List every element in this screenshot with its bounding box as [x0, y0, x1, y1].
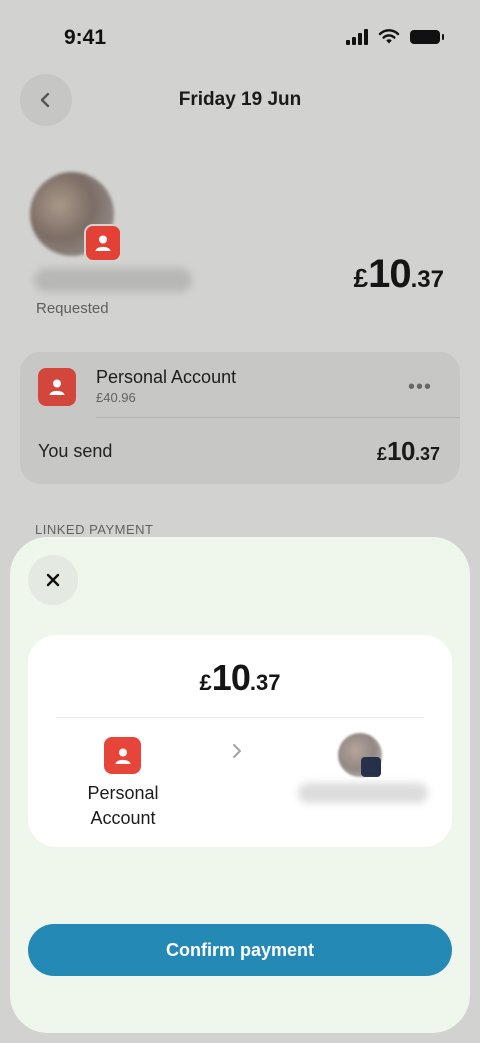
more-horizontal-icon[interactable]: ••• — [408, 376, 432, 399]
status-time: 9:41 — [64, 26, 107, 49]
chevron-right-icon — [233, 744, 241, 758]
payment-amount: £10.37 — [199, 657, 281, 698]
status-bar: 9:41 — [0, 0, 480, 78]
account-icon — [38, 368, 76, 406]
account-name: Personal Account — [96, 367, 237, 387]
wifi-icon — [378, 29, 400, 44]
payment-summary-card: £10.37 Personal Account — [28, 635, 452, 847]
linked-payment-label: LINKED PAYMENT — [35, 522, 154, 537]
account-balance: £40.96 — [96, 390, 136, 405]
close-icon — [46, 573, 60, 587]
confirm-payment-button[interactable]: Confirm payment — [28, 924, 452, 976]
requester-name-blurred — [34, 268, 192, 292]
from-account-icon — [104, 737, 141, 774]
status-icons — [346, 29, 444, 45]
account-badge-icon — [84, 224, 122, 262]
from-account-label: Personal Account — [87, 783, 159, 828]
request-amount: £10.37 — [353, 252, 444, 296]
confirm-payment-sheet: £10.37 Personal Account Confirm payment — [10, 537, 470, 1033]
recipient-badge-icon — [361, 757, 381, 777]
person-icon — [49, 379, 65, 395]
page-title: Friday 19 Jun — [178, 89, 302, 110]
close-button[interactable] — [28, 555, 78, 605]
divider — [96, 417, 460, 418]
signal-icon — [346, 29, 368, 45]
send-amount: £10.37 — [377, 436, 440, 466]
send-label: You send — [38, 441, 113, 461]
battery-icon — [410, 30, 444, 44]
person-icon — [115, 748, 130, 764]
recipient-name-blurred — [298, 783, 428, 803]
person-icon — [95, 235, 111, 251]
divider — [56, 717, 424, 718]
request-status: Requested — [36, 300, 109, 317]
account-card[interactable]: Personal Account £40.96 ••• You send £10… — [20, 352, 460, 484]
